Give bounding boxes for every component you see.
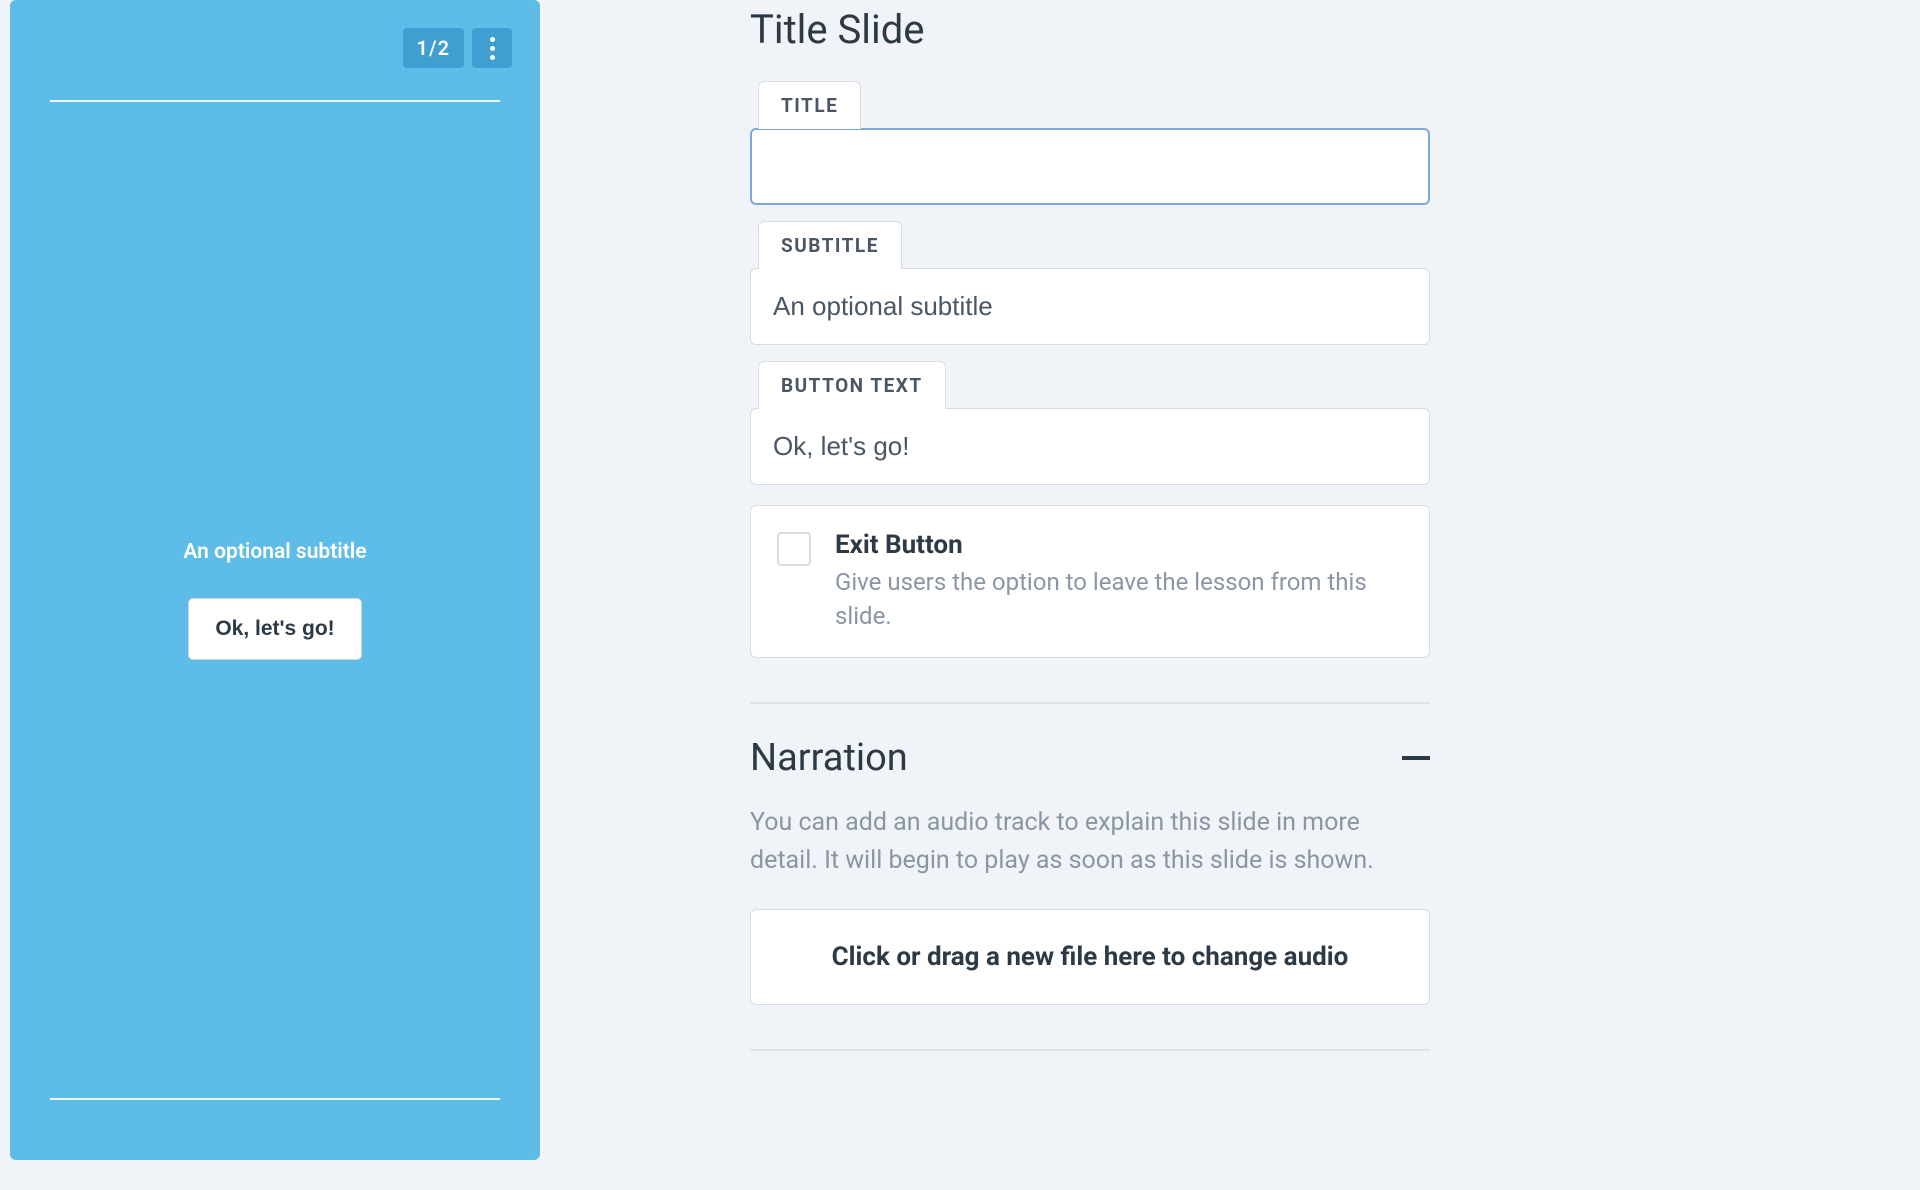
slide-body: An optional subtitle Ok, let's go!	[10, 102, 540, 1098]
slide-subtitle-text: An optional subtitle	[183, 540, 366, 564]
narration-description: You can add an audio track to explain th…	[750, 804, 1430, 879]
field-label-button-text: BUTTON TEXT	[758, 361, 946, 409]
section-divider	[750, 702, 1430, 704]
exit-button-checkbox[interactable]	[777, 532, 811, 566]
narration-header: Narration	[750, 736, 1430, 780]
audio-dropzone[interactable]: Click or drag a new file here to change …	[750, 909, 1430, 1005]
collapse-minus-icon[interactable]	[1402, 756, 1430, 760]
field-label-subtitle: SUBTITLE	[758, 221, 902, 269]
slide-divider-bottom	[50, 1098, 500, 1100]
kebab-dot-icon	[490, 55, 495, 60]
slide-preview: 1/2 An optional subtitle Ok, let's go!	[10, 0, 540, 1160]
section-divider-bottom	[750, 1049, 1430, 1051]
field-label-title: TITLE	[758, 81, 861, 129]
slide-header: 1/2	[10, 0, 540, 78]
editor-panel: Title Slide TITLE SUBTITLE BUTTON TEXT E…	[560, 0, 1920, 1190]
section-heading-title-slide: Title Slide	[750, 6, 1430, 53]
exit-button-description: Give users the option to leave the lesso…	[835, 566, 1403, 633]
subtitle-input[interactable]	[750, 268, 1430, 345]
button-text-input[interactable]	[750, 408, 1430, 485]
slide-counter-badge: 1/2	[403, 28, 464, 68]
field-group-title: TITLE	[750, 81, 1430, 205]
kebab-dot-icon	[490, 46, 495, 51]
exit-button-title: Exit Button	[835, 530, 1403, 560]
preview-panel: 1/2 An optional subtitle Ok, let's go!	[0, 0, 560, 1190]
kebab-dot-icon	[490, 37, 495, 42]
exit-button-content: Exit Button Give users the option to lea…	[835, 530, 1403, 633]
title-input[interactable]	[750, 128, 1430, 205]
slide-header-controls: 1/2	[403, 28, 512, 68]
field-group-button-text: BUTTON TEXT	[750, 361, 1430, 485]
exit-button-card: Exit Button Give users the option to lea…	[750, 505, 1430, 658]
narration-heading: Narration	[750, 736, 908, 780]
slide-cta-button[interactable]: Ok, let's go!	[188, 598, 361, 660]
slide-menu-button[interactable]	[472, 28, 512, 68]
field-group-subtitle: SUBTITLE	[750, 221, 1430, 345]
